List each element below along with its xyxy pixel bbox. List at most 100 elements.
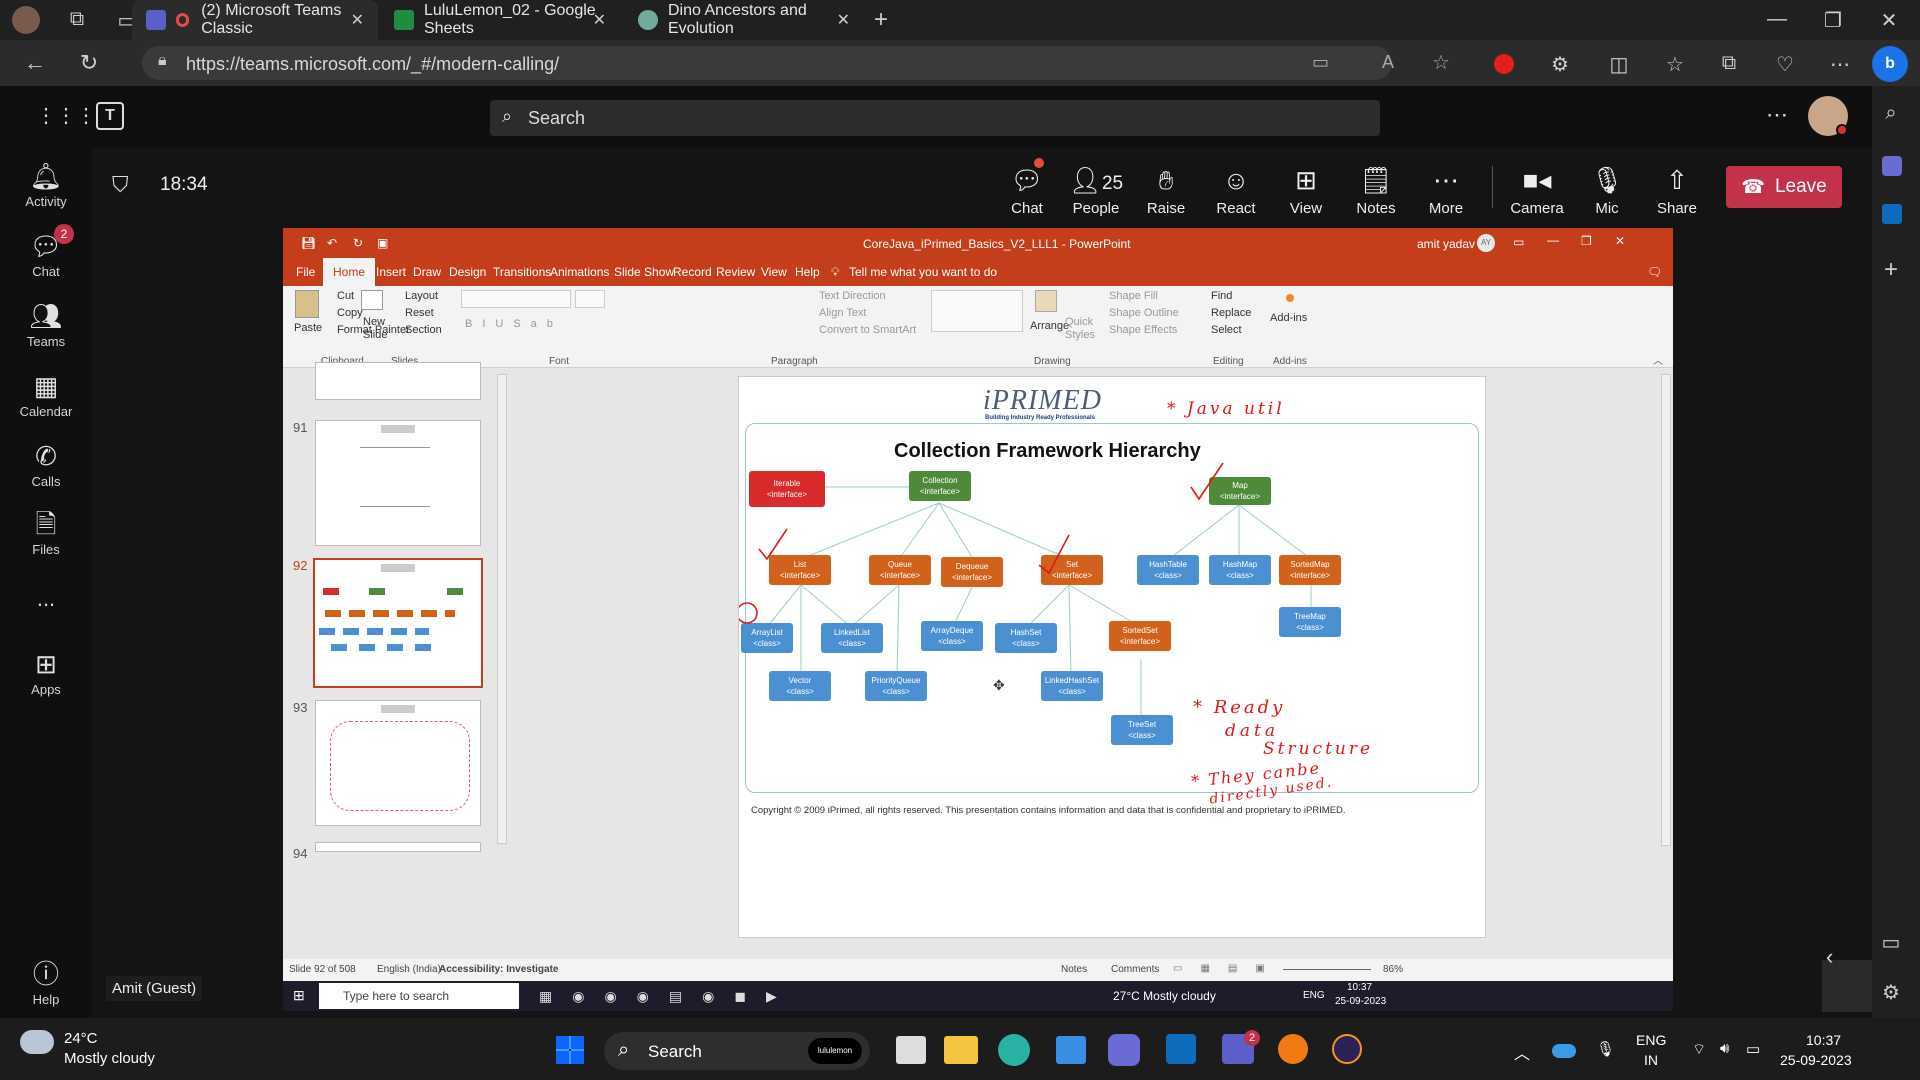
menu-animations[interactable]: Animations — [550, 265, 609, 279]
menu-view[interactable]: View — [761, 265, 787, 279]
tab-teams[interactable]: (2) Microsoft Teams Classic ✕ — [132, 0, 378, 40]
battery-icon[interactable]: ▭ — [1746, 1040, 1760, 1058]
rail-calendar[interactable]: ▦ Calendar — [0, 368, 92, 419]
convert-smartart-button[interactable]: Convert to SmartArt — [819, 324, 916, 336]
align-text-button[interactable]: Align Text — [819, 307, 867, 319]
restore-icon[interactable]: ❐ — [1818, 8, 1848, 33]
shape-fill-button[interactable]: Shape Fill — [1109, 290, 1158, 302]
share-button[interactable]: ⇧ Share — [1644, 160, 1710, 217]
taskbar-search[interactable]: ⌕ Search lululemon — [604, 1032, 870, 1070]
zoom-slider[interactable] — [1283, 969, 1371, 970]
sidebar-settings-icon[interactable]: ⚙ — [1876, 980, 1906, 1005]
menu-design[interactable]: Design — [449, 265, 486, 279]
rail-help[interactable]: ⓘ Help — [0, 956, 92, 1007]
rail-chat[interactable]: 💬︎ 2 Chat — [0, 224, 92, 279]
onedrive-icon[interactable] — [1552, 1044, 1576, 1058]
sidebar-copilot-icon[interactable] — [1882, 156, 1902, 176]
edge-browser-icon[interactable] — [998, 1034, 1030, 1066]
split-screen-icon[interactable]: ◫ — [1604, 52, 1634, 77]
new-tab-icon[interactable]: + — [866, 6, 896, 34]
addins-button[interactable]: Add-ins — [1270, 312, 1307, 324]
windows-start-icon[interactable]: ⊞ — [293, 987, 305, 1004]
copy-button[interactable]: Copy — [337, 307, 363, 319]
present-icon[interactable]: ▣ — [377, 236, 388, 250]
settings-more-icon[interactable]: ⋯ — [1825, 52, 1855, 77]
menu-slideshow[interactable]: Slide Show — [614, 265, 674, 279]
shape-outline-button[interactable]: Shape Outline — [1109, 307, 1179, 319]
shared-taskbar-apps[interactable]: ▦◉◉◉▤◉◼▶ — [539, 988, 797, 1005]
reset-button[interactable]: Reset — [405, 307, 434, 319]
sidebar-outlook-icon[interactable] — [1882, 204, 1902, 224]
save-icon[interactable]: 💾︎ — [301, 236, 316, 250]
rail-teams[interactable]: 👥︎ Teams — [0, 298, 92, 349]
bing-copilot-icon[interactable]: b — [1872, 46, 1908, 82]
rail-apps[interactable]: ⊞ Apps — [0, 646, 92, 697]
minimize-icon[interactable]: — — [1762, 8, 1792, 31]
close-tab-icon[interactable]: ✕ — [351, 10, 364, 30]
thumbnail-slide-92-selected[interactable] — [313, 558, 483, 688]
mic-button[interactable]: 🎙︎ Mic — [1574, 160, 1640, 217]
comments-icon[interactable]: 🗨︎ — [1647, 265, 1662, 279]
collapse-ribbon-icon[interactable]: ︿ — [1653, 352, 1663, 367]
collapse-panel-icon[interactable]: ‹ — [1826, 944, 1833, 970]
view-buttons[interactable]: ▭▦▤▣ — [1173, 963, 1283, 974]
weather-temp[interactable]: 24°C — [64, 1030, 98, 1047]
back-icon[interactable]: ← — [20, 50, 50, 76]
outlook-icon[interactable] — [1166, 1034, 1196, 1064]
collections-icon[interactable]: ⧉ — [1714, 52, 1744, 75]
menu-home[interactable]: Home — [323, 258, 376, 286]
clock-date[interactable]: 25-09-2023 — [1780, 1052, 1852, 1068]
eclipse-icon[interactable] — [1332, 1034, 1362, 1064]
menu-transitions[interactable]: Transitions — [493, 265, 551, 279]
close-tab-icon[interactable]: ✕ — [593, 10, 606, 30]
copilot-app-icon[interactable] — [1108, 1034, 1140, 1066]
paste-icon[interactable] — [295, 290, 319, 318]
menu-draw[interactable]: Draw — [413, 265, 441, 279]
shapes-gallery[interactable] — [931, 290, 1023, 332]
lang-in[interactable]: IN — [1644, 1052, 1658, 1068]
ppt-restore-icon[interactable]: ❐ — [1581, 234, 1592, 248]
ppt-close-icon[interactable]: ✕ — [1615, 234, 1625, 248]
language-status[interactable]: English (India) — [377, 964, 441, 975]
quick-styles-button[interactable]: Quick Styles — [1065, 316, 1101, 342]
ppt-minimize-icon[interactable]: — — [1547, 233, 1559, 247]
font-style-buttons[interactable]: BIUSab — [465, 318, 563, 330]
mic-tray-icon[interactable]: 🎙︎ — [1596, 1040, 1615, 1058]
find-button[interactable]: Find — [1211, 290, 1232, 302]
notes-button[interactable]: 🗒︎ Notes — [1343, 160, 1409, 217]
weather-desc[interactable]: Mostly cloudy — [64, 1050, 155, 1067]
extensions-icon[interactable]: ⚙ — [1545, 52, 1575, 77]
notes-toggle[interactable]: Notes — [1061, 964, 1087, 975]
camera-off-icon[interactable]: ▭ — [1312, 52, 1329, 73]
clock-time[interactable]: 10:37 — [1806, 1032, 1841, 1048]
thumbnail-partial-bottom[interactable] — [315, 842, 481, 852]
replace-button[interactable]: Replace — [1211, 307, 1251, 319]
performance-icon[interactable]: ♡ — [1770, 52, 1800, 77]
thumbnail-slide-91[interactable] — [315, 420, 481, 546]
new-slide-icon[interactable] — [361, 290, 383, 310]
extension-red-icon[interactable] — [1494, 54, 1514, 74]
text-direction-button[interactable]: Text Direction — [819, 290, 886, 302]
comments-toggle[interactable]: Comments — [1111, 964, 1159, 975]
tray-chevron-icon[interactable]: ︿ — [1514, 1040, 1530, 1064]
font-size-box[interactable] — [575, 290, 605, 308]
refresh-icon[interactable]: ↻ — [74, 50, 104, 76]
rail-more[interactable]: ... — [0, 586, 92, 612]
menu-file[interactable]: File — [296, 265, 315, 279]
menu-help[interactable]: Help — [795, 265, 820, 279]
windows-start-icon[interactable] — [556, 1036, 584, 1064]
addins-icon[interactable] — [1286, 294, 1294, 302]
more-button[interactable]: ⋯ More — [1413, 160, 1479, 217]
tab-sheets[interactable]: LuluLemon_02 - Google Sheets ✕ — [380, 0, 620, 40]
read-aloud-icon[interactable]: A — [1382, 52, 1394, 73]
arrange-icon[interactable] — [1035, 290, 1057, 312]
camera-button[interactable]: ■◂ Camera — [1504, 160, 1570, 217]
arrange-button[interactable]: Arrange — [1030, 320, 1069, 332]
chat-button[interactable]: 💬︎ Chat — [994, 160, 1060, 217]
close-tab-icon[interactable]: ✕ — [837, 10, 850, 30]
tell-me-search[interactable]: Tell me what you want to do — [849, 265, 997, 279]
tab-dino[interactable]: Dino Ancestors and Evolution ✕ — [624, 0, 864, 40]
sidebar-layout-icon[interactable]: ▭ — [1876, 930, 1906, 955]
favorites-icon[interactable]: ☆ — [1660, 52, 1690, 77]
react-button[interactable]: ☺ React — [1203, 160, 1269, 217]
